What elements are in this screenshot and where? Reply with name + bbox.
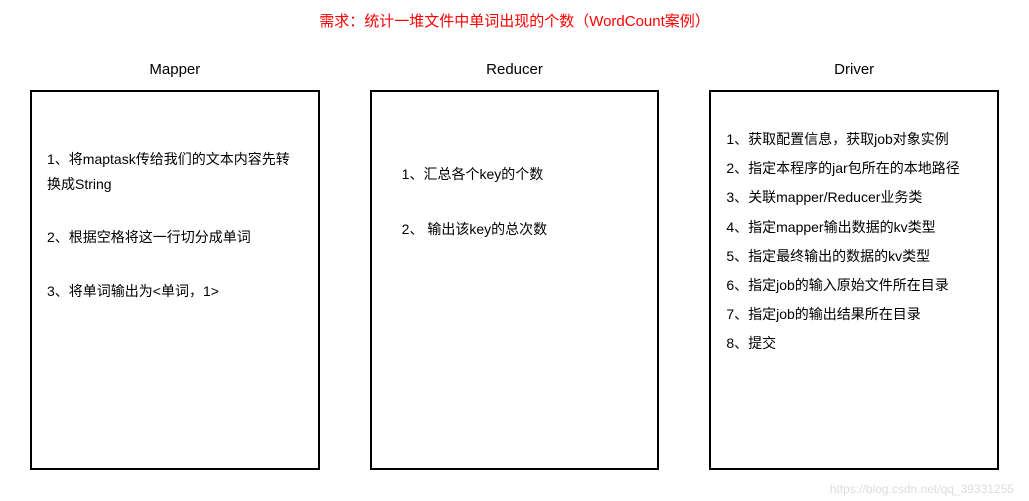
driver-item: 6、指定job的输入原始文件所在目录 (726, 273, 982, 298)
mapper-item: 3、将单词输出为<单词，1> (47, 279, 303, 304)
reducer-header: Reducer (486, 61, 543, 78)
driver-item: 8、提交 (726, 331, 982, 356)
driver-item: 5、指定最终输出的数据的kv类型 (726, 244, 982, 269)
mapper-item: 1、将maptask传给我们的文本内容先转换成String (47, 147, 303, 197)
driver-item: 2、指定本程序的jar包所在的本地路径 (726, 156, 982, 181)
driver-box: 1、获取配置信息，获取job对象实例 2、指定本程序的jar包所在的本地路径 3… (709, 90, 999, 470)
watermark-text: https://blog.csdn.net/qq_39331255 (830, 482, 1014, 496)
columns-container: Mapper 1、将maptask传给我们的文本内容先转换成String 2、根… (30, 61, 999, 470)
mapper-column: Mapper 1、将maptask传给我们的文本内容先转换成String 2、根… (30, 61, 320, 470)
driver-item: 3、关联mapper/Reducer业务类 (726, 185, 982, 210)
reducer-item: 2、 输出该key的总次数 (387, 217, 643, 242)
driver-item: 4、指定mapper输出数据的kv类型 (726, 215, 982, 240)
reducer-box: 1、汇总各个key的个数 2、 输出该key的总次数 (370, 90, 660, 470)
mapper-item: 2、根据空格将这一行切分成单词 (47, 225, 303, 250)
driver-item: 1、获取配置信息，获取job对象实例 (726, 127, 982, 152)
mapper-box: 1、将maptask传给我们的文本内容先转换成String 2、根据空格将这一行… (30, 90, 320, 470)
driver-item: 7、指定job的输出结果所在目录 (726, 302, 982, 327)
diagram-title: 需求：统计一堆文件中单词出现的个数（WordCount案例） (30, 10, 999, 31)
driver-column: Driver 1、获取配置信息，获取job对象实例 2、指定本程序的jar包所在… (709, 61, 999, 470)
reducer-item: 1、汇总各个key的个数 (387, 162, 643, 187)
reducer-column: Reducer 1、汇总各个key的个数 2、 输出该key的总次数 (370, 61, 660, 470)
driver-header: Driver (834, 61, 874, 78)
mapper-header: Mapper (149, 61, 200, 78)
